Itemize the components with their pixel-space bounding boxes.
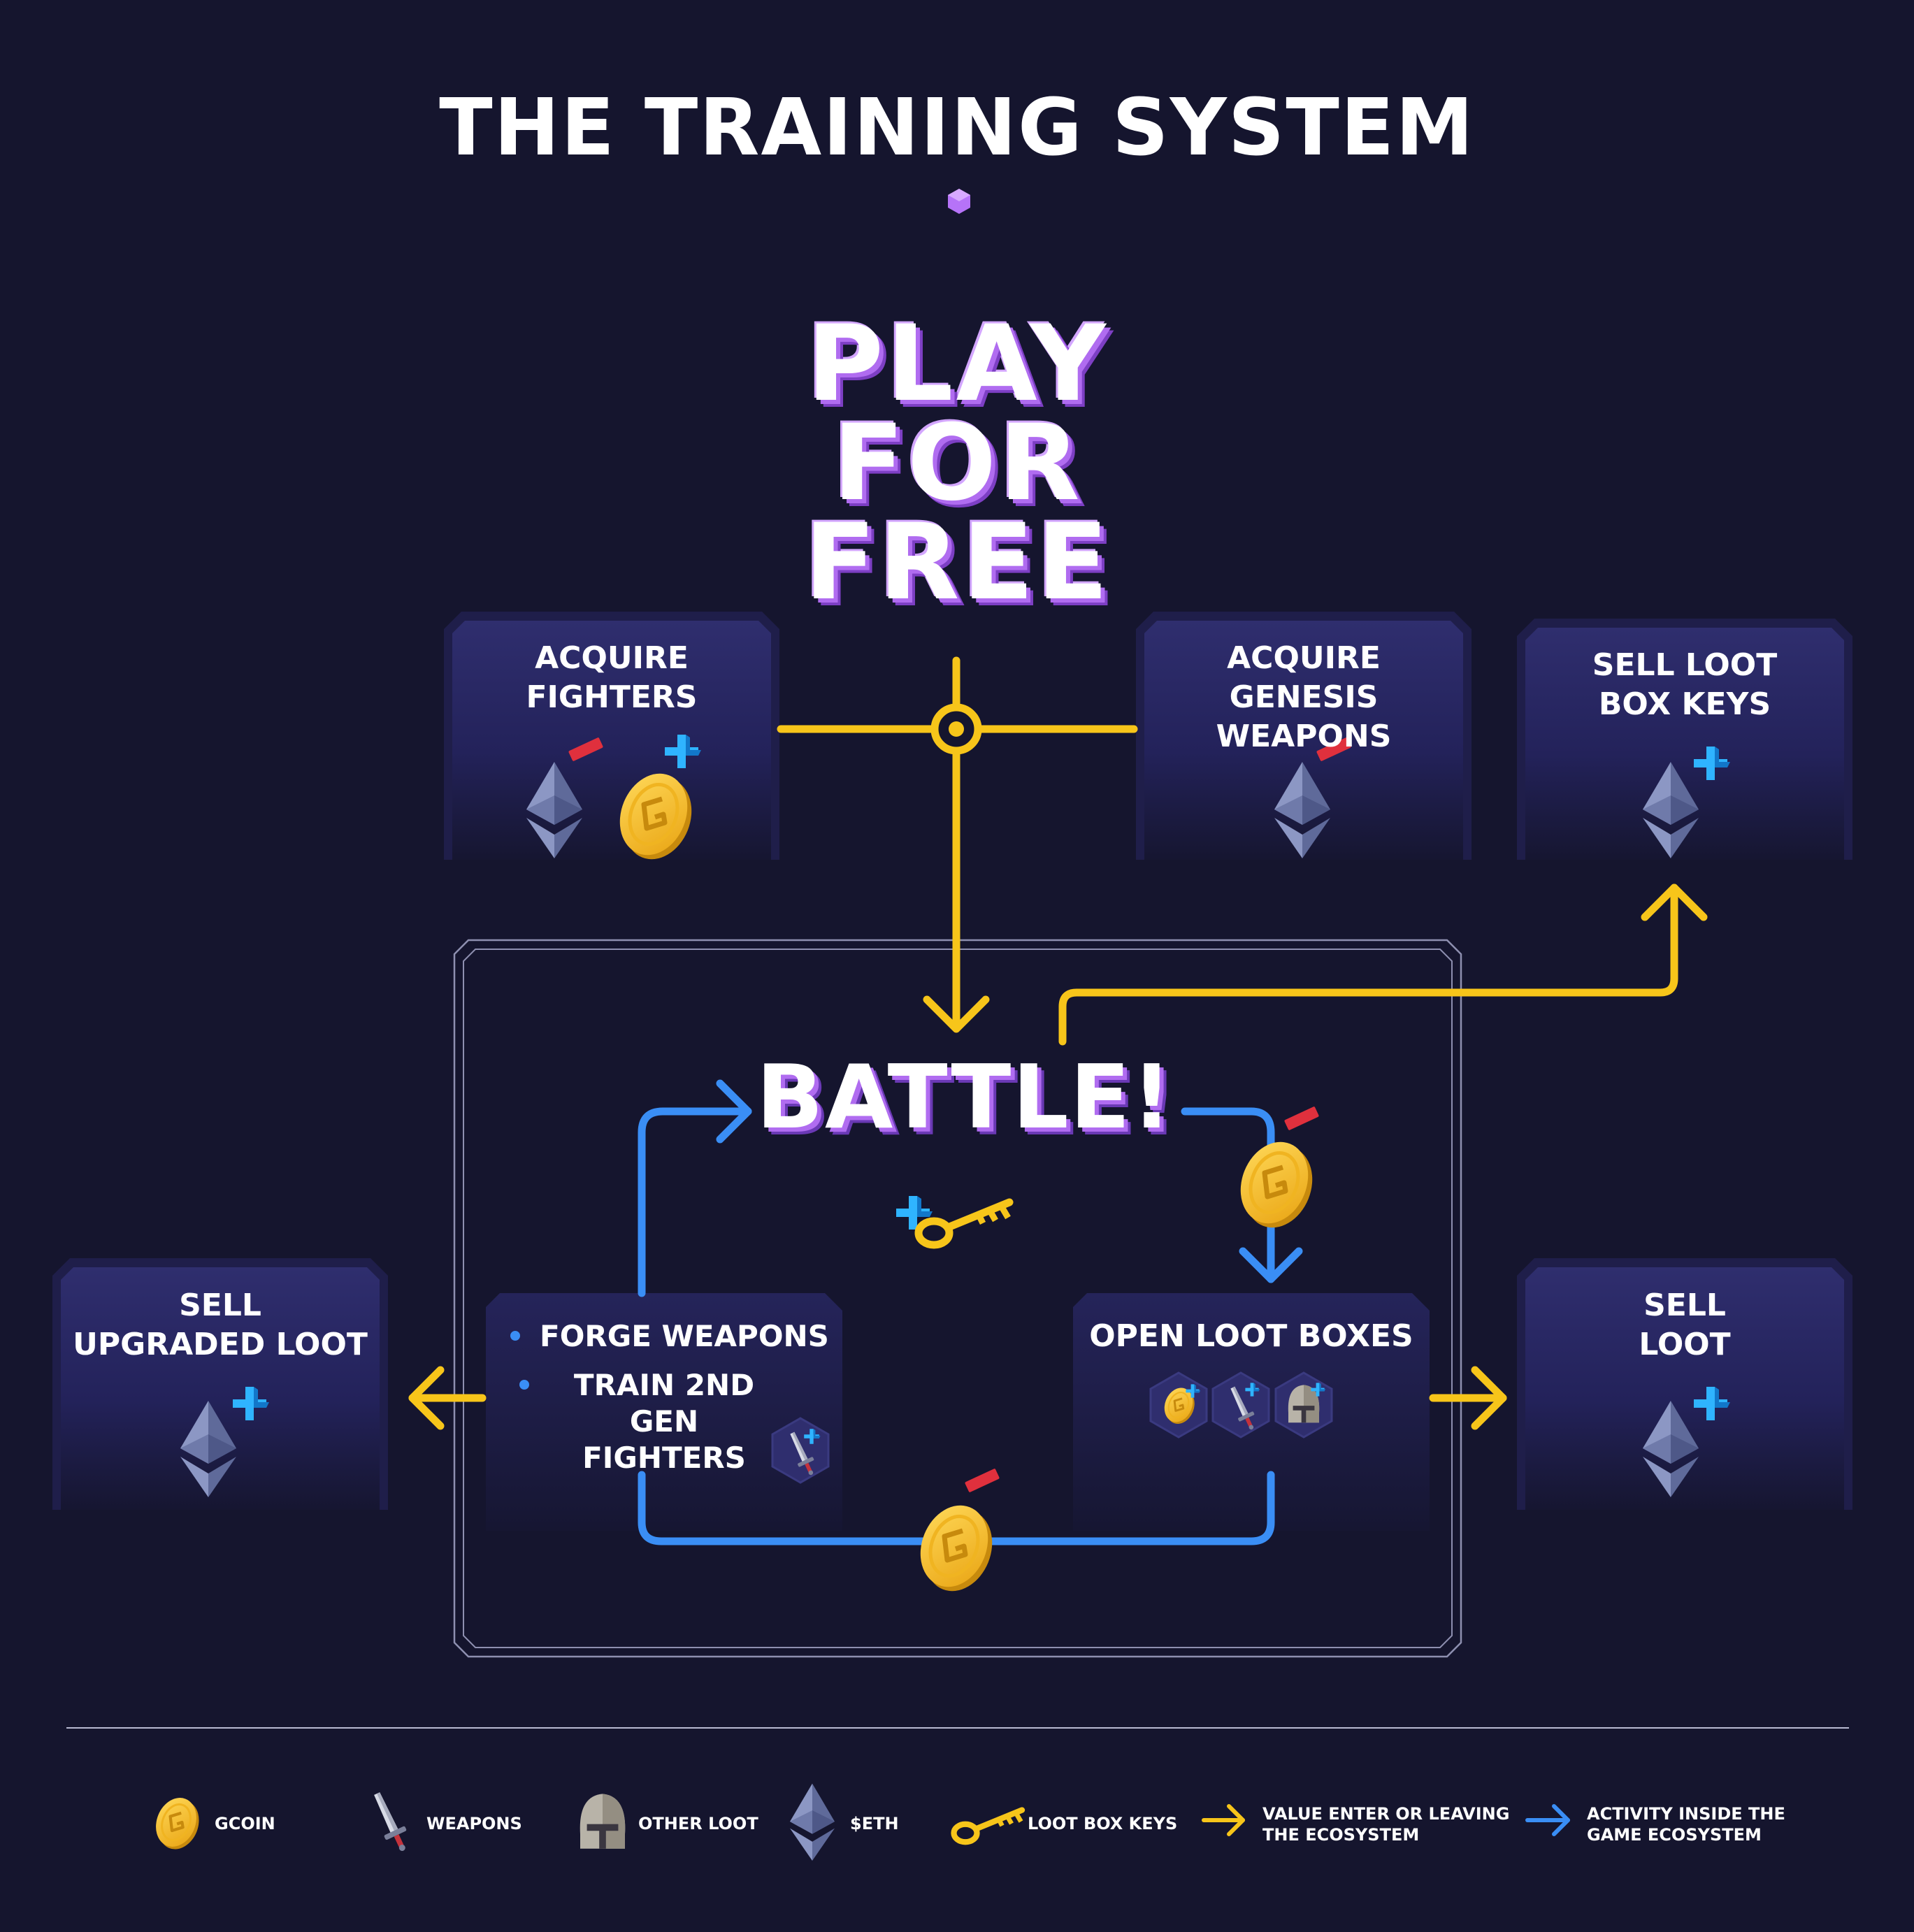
title-divider — [531, 189, 1384, 214]
gcoin-icon — [1229, 1132, 1324, 1238]
key-icon — [954, 1810, 1023, 1843]
legend-label-keys: LOOT BOX KEYS — [1028, 1814, 1178, 1833]
minus-icon — [1283, 1106, 1320, 1131]
legend-label-activity-flow: ACTIVITY INSIDE THE GAME ECOSYSTEM — [1587, 1804, 1785, 1845]
legend-label-eth: $ETH — [850, 1814, 899, 1833]
eth-icon — [790, 1783, 835, 1861]
legend-label-weapons: WEAPONS — [426, 1814, 522, 1833]
junction-node — [930, 703, 982, 755]
train-fighters-item: TRAIN 2ND GEN FIGHTERS — [573, 1368, 755, 1475]
gcoin-icon — [149, 1792, 206, 1855]
blue-arrow-icon — [1525, 1804, 1570, 1836]
gcoin-icon — [909, 1495, 1004, 1601]
flow-forge-to-battle — [638, 1107, 752, 1297]
bullet-train-fighters — [519, 1380, 529, 1390]
legend-label-value-flow: VALUE ENTER OR LEAVING THE ECOSYSTEM — [1262, 1804, 1510, 1845]
page-title: THE TRAINING SYSTEM — [439, 82, 1475, 173]
sell-upgraded-label: SELL UPGRADED LOOT — [73, 1288, 368, 1362]
open-loot-label: OPEN LOOT BOXES — [1089, 1318, 1413, 1354]
helmet-icon — [580, 1794, 626, 1849]
yellow-arrow-icon — [1202, 1804, 1245, 1836]
sword-icon — [366, 1789, 415, 1856]
acquire-fighters-label: ACQUIRE FIGHTERS — [526, 640, 698, 715]
training-system-diagram — [52, 189, 1852, 1861]
flow-to-sell-keys — [1058, 884, 1678, 1046]
forge-weapons-item: FORGE WEAPONS — [540, 1319, 829, 1353]
legend-label-other-loot: OTHER LOOT — [638, 1814, 758, 1833]
sell-keys-label: SELL LOOT BOX KEYS — [1592, 647, 1778, 722]
bullet-forge-weapons — [510, 1331, 520, 1341]
acquire-genesis-label: ACQUIRE GENESIS WEAPONS — [1216, 640, 1392, 754]
minus-icon — [964, 1468, 1000, 1493]
play-for-free-label: PLAY FOR FREE — [804, 303, 1111, 623]
sell-loot-label: SELL LOOT — [1639, 1288, 1731, 1362]
legend-label-gcoin: GCOIN — [215, 1814, 275, 1833]
battle-label: BATTLE! — [756, 1046, 1174, 1148]
key-icon — [919, 1202, 1009, 1245]
